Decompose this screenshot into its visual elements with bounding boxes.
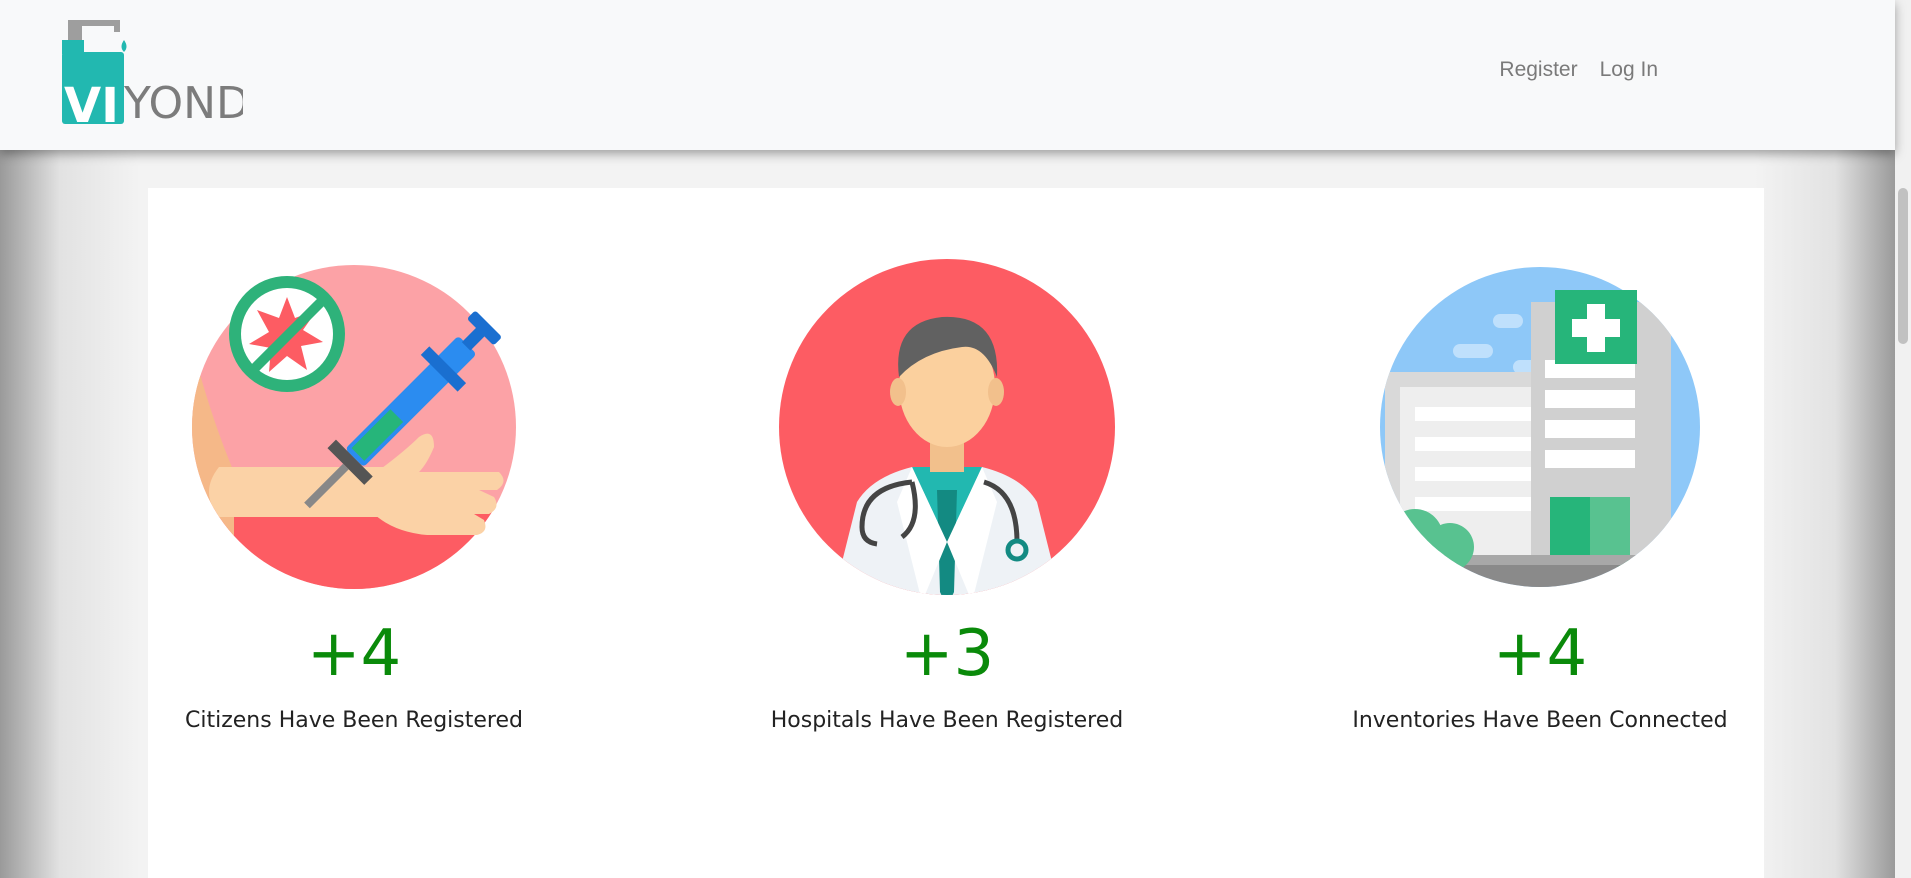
hospitals-caption: Hospitals Have Been Registered (770, 708, 1124, 733)
citizens-count: +4 (306, 617, 402, 691)
stat-citizens: +4 Citizens Have Been Registered (104, 252, 604, 733)
register-link[interactable]: Register (1499, 58, 1577, 82)
inventories-count: +4 (1492, 617, 1588, 691)
svg-text:YOND: YOND (123, 78, 243, 128)
navbar: VI YOND Register Log In (0, 0, 1895, 150)
nav-links: Register Log In (1499, 58, 1658, 82)
stat-inventories: +4 Inventories Have Been Connected (1290, 252, 1790, 733)
login-link[interactable]: Log In (1600, 58, 1658, 82)
svg-text:VI: VI (64, 78, 119, 128)
scrollbar-thumb[interactable] (1898, 188, 1908, 344)
hospitals-count: +3 (899, 617, 995, 691)
vertical-scrollbar[interactable] (1895, 0, 1911, 878)
doctor-icon (779, 259, 1115, 595)
inventories-caption: Inventories Have Been Connected (1352, 708, 1728, 733)
stat-hospitals: +3 Hospitals Have Been Registered (697, 252, 1197, 733)
viyond-logo[interactable]: VI YOND (58, 18, 243, 128)
vaccine-syringe-icon (192, 265, 516, 589)
hospital-building-icon (1380, 267, 1700, 587)
citizens-caption: Citizens Have Been Registered (185, 708, 523, 733)
